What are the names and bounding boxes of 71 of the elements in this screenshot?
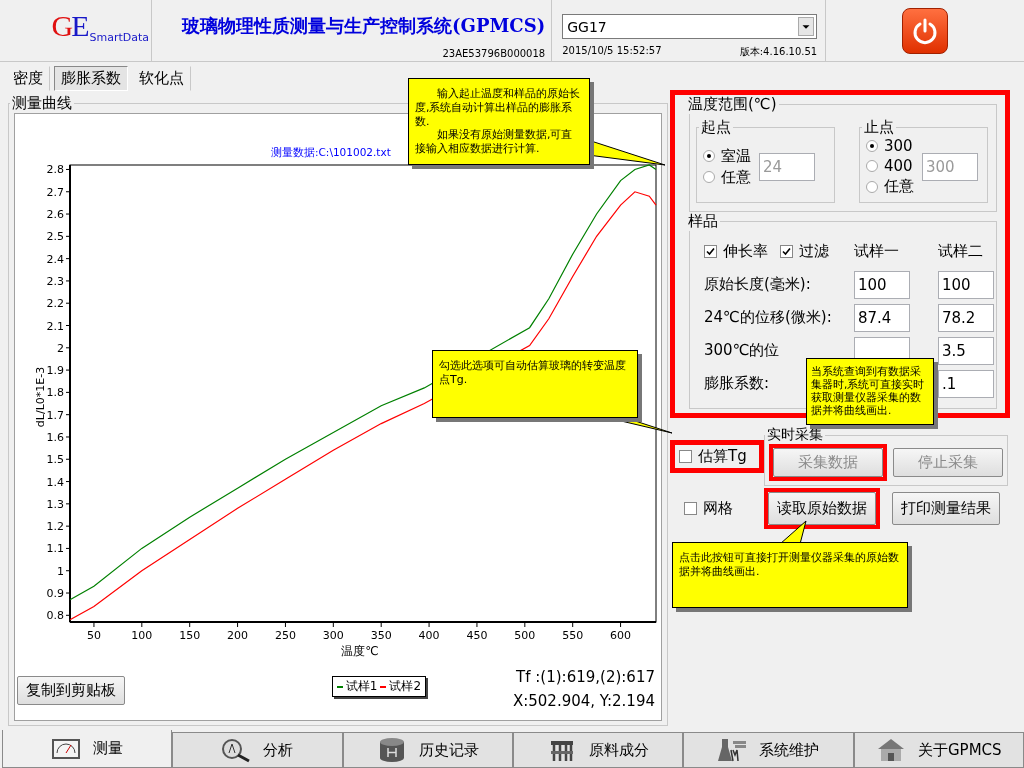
column-header: 试样一 bbox=[854, 242, 899, 261]
group-title: 样品 bbox=[687, 212, 719, 231]
tick-label: 0.9 bbox=[46, 587, 64, 600]
radio-label: 室温 bbox=[721, 146, 751, 166]
callout-text: 当系统查询到有数据采集器时,系统可直接实时获取测量仪器采集的数据并将曲线画出. bbox=[811, 365, 926, 418]
radio-label: 任意 bbox=[883, 177, 914, 196]
tick-label: 2 bbox=[57, 341, 64, 355]
chart-title: 测量数据:C:\101002.txt bbox=[271, 146, 391, 158]
field-label: 原始长度(毫米): bbox=[704, 275, 811, 294]
logo-text: SmartData bbox=[89, 31, 149, 44]
column-header: 试样二 bbox=[938, 242, 983, 261]
radio-label: 400 bbox=[883, 157, 913, 175]
checkbox-label: 过滤 bbox=[799, 242, 829, 261]
field-label: 24℃的位移(微米): bbox=[704, 308, 832, 327]
field-label: 300℃的位 bbox=[704, 341, 780, 360]
tick-label: 1.9 bbox=[46, 364, 64, 378]
tick-label: 2.5 bbox=[46, 230, 64, 244]
tick-label: 1.6 bbox=[46, 430, 64, 444]
tick-label: 350 bbox=[370, 629, 392, 642]
radio-label: 任意 bbox=[721, 167, 751, 187]
axis-label: 温度℃ bbox=[341, 644, 379, 658]
radio-label: 300 bbox=[883, 137, 913, 155]
tick-label: 500 bbox=[514, 629, 536, 642]
legend-label: 试样1 bbox=[345, 678, 378, 695]
tick-label: 200 bbox=[227, 629, 249, 642]
tick-label: 2.8 bbox=[46, 163, 64, 177]
legend-label: 试样2 bbox=[389, 678, 422, 695]
checkbox-label: 伸长率 bbox=[723, 242, 768, 261]
tick-label: 2.6 bbox=[46, 208, 64, 222]
version-text: 版本:4.16.10.51 bbox=[739, 45, 818, 59]
tick-label: 0.8 bbox=[46, 609, 64, 623]
tick-label: 150 bbox=[179, 629, 201, 642]
tick-label: 2.3 bbox=[46, 274, 64, 288]
callout-text: 输入起止温度和样品的原始长度,系统自动计算出样品的膨胀系数. bbox=[415, 87, 581, 129]
tick-label: 2.7 bbox=[46, 185, 64, 199]
tick-label: 1.7 bbox=[46, 408, 64, 422]
group-title: 起点 bbox=[700, 118, 732, 137]
readout-text: X:502.904, Y:2.194 bbox=[512, 692, 655, 710]
callout-text: 勾选此选项可自动估算玻璃的转变温度点Tg. bbox=[439, 359, 627, 387]
tick-label: 2.4 bbox=[46, 252, 64, 266]
app-title: 玻璃物理性质测量与生产控制系统(GPMCS) bbox=[182, 14, 546, 38]
tick-label: 50 bbox=[86, 629, 101, 642]
group-title: 测量曲线 bbox=[11, 94, 73, 113]
group-title: 止点 bbox=[862, 118, 895, 137]
tick-label: 1.1 bbox=[46, 542, 64, 556]
tick-label: 1.8 bbox=[46, 386, 64, 400]
callout-text: 如果没有原始测量数据,可直接输入相应数据进行计算. bbox=[415, 128, 574, 156]
field-label: 膨胀系数: bbox=[704, 374, 770, 393]
tick-label: 1.2 bbox=[46, 520, 64, 534]
group-title: 温度范围(℃) bbox=[687, 95, 778, 114]
tick-label: 600 bbox=[610, 629, 632, 642]
tick-label: 400 bbox=[418, 629, 440, 642]
tick-label: 1 bbox=[57, 564, 64, 578]
tick-label: 550 bbox=[562, 629, 584, 642]
logo-letters: GE bbox=[51, 10, 88, 41]
tick-label: 2.1 bbox=[46, 319, 64, 333]
tick-label: 1.5 bbox=[46, 453, 64, 467]
tick-label: 450 bbox=[466, 629, 488, 642]
tick-label: 100 bbox=[131, 629, 153, 642]
tick-label: 250 bbox=[274, 629, 296, 642]
tick-label: 2.2 bbox=[46, 297, 64, 311]
serial-number: 23AE53796B000018 bbox=[442, 48, 546, 59]
tick-label: 1.3 bbox=[46, 497, 64, 511]
checkbox-label: 估算Tg bbox=[698, 446, 747, 466]
tick-label: 1.4 bbox=[46, 475, 64, 489]
tick-label: 300 bbox=[322, 629, 344, 642]
readout-text: Tf :(1):619,(2):617 bbox=[516, 668, 655, 686]
callout-text: 点击此按钮可直接打开测量仪器采集的原始数据并将曲线画出. bbox=[679, 551, 900, 579]
axis-label: dL/L0*1E-3 bbox=[34, 366, 47, 428]
date-time: 2015/10/5 15:52:57 bbox=[562, 45, 662, 58]
checkbox-label: 网格 bbox=[703, 499, 733, 518]
